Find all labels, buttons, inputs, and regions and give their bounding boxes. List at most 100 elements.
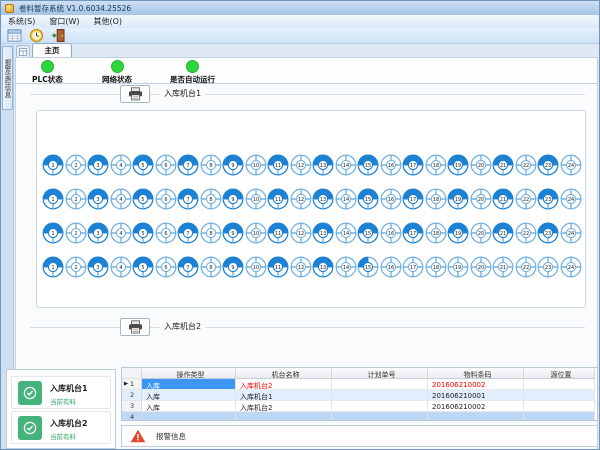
reel-slot-r1-22[interactable]: 22 bbox=[515, 154, 537, 176]
cell-4-1[interactable] bbox=[236, 412, 332, 421]
reel-slot-r1-14[interactable]: 14 bbox=[335, 154, 357, 176]
reel-slot-r2-18[interactable]: 18 bbox=[425, 188, 447, 210]
reel-slot-r2-23[interactable]: 23 bbox=[537, 188, 559, 210]
reel-slot-r1-13[interactable]: 13 bbox=[312, 154, 334, 176]
reel-slot-r4-3[interactable]: 3 bbox=[87, 256, 109, 278]
cell-1-2[interactable] bbox=[332, 379, 428, 390]
reel-slot-r1-9[interactable]: 9 bbox=[222, 154, 244, 176]
reel-slot-r3-6[interactable]: 6 bbox=[155, 222, 177, 244]
row-header-2[interactable]: 2 bbox=[122, 390, 142, 401]
reel-slot-r1-10[interactable]: 10 bbox=[245, 154, 267, 176]
reel-slot-r3-18[interactable]: 18 bbox=[425, 222, 447, 244]
reel-slot-r4-23[interactable]: 23 bbox=[537, 256, 559, 278]
reel-slot-r3-23[interactable]: 23 bbox=[537, 222, 559, 244]
reel-slot-r4-21[interactable]: 21 bbox=[492, 256, 514, 278]
cell-3-3[interactable]: 201606210002 bbox=[428, 401, 524, 412]
reel-slot-r4-16[interactable]: 16 bbox=[380, 256, 402, 278]
reel-slot-r4-19[interactable]: 19 bbox=[447, 256, 469, 278]
reel-slot-r2-13[interactable]: 13 bbox=[312, 188, 334, 210]
col-header-4[interactable]: 源位置 bbox=[524, 368, 595, 379]
reel-slot-r1-1[interactable]: 1 bbox=[42, 154, 64, 176]
cell-2-0[interactable]: 入库 bbox=[142, 390, 236, 401]
reel-slot-r4-10[interactable]: 10 bbox=[245, 256, 267, 278]
reel-slot-r3-2[interactable]: 2 bbox=[65, 222, 87, 244]
reel-slot-r1-12[interactable]: 12 bbox=[290, 154, 312, 176]
reel-slot-r3-7[interactable]: 7 bbox=[177, 222, 199, 244]
reel-slot-r1-20[interactable]: 20 bbox=[470, 154, 492, 176]
cell-4-2[interactable] bbox=[332, 412, 428, 421]
reel-slot-r2-16[interactable]: 16 bbox=[380, 188, 402, 210]
dock-mini-tab[interactable] bbox=[16, 45, 30, 57]
cell-3-4[interactable] bbox=[524, 401, 595, 412]
reel-slot-r3-13[interactable]: 13 bbox=[312, 222, 334, 244]
reel-slot-r1-16[interactable]: 16 bbox=[380, 154, 402, 176]
reel-slot-r2-12[interactable]: 12 bbox=[290, 188, 312, 210]
reel-slot-r4-9[interactable]: 9 bbox=[222, 256, 244, 278]
reel-slot-r4-14[interactable]: 14 bbox=[335, 256, 357, 278]
col-header-2[interactable]: 计划单号 bbox=[332, 368, 428, 379]
reel-slot-r2-21[interactable]: 21 bbox=[492, 188, 514, 210]
reel-slot-r4-18[interactable]: 18 bbox=[425, 256, 447, 278]
reel-slot-r4-2[interactable]: 2 bbox=[65, 256, 87, 278]
reel-slot-r4-4[interactable]: 4 bbox=[110, 256, 132, 278]
cell-2-1[interactable]: 入库机台1 bbox=[236, 390, 332, 401]
reel-slot-r4-22[interactable]: 22 bbox=[515, 256, 537, 278]
menu-window[interactable]: 窗口(W) bbox=[42, 16, 86, 27]
reel-slot-r3-21[interactable]: 21 bbox=[492, 222, 514, 244]
cell-3-2[interactable] bbox=[332, 401, 428, 412]
table-row-1[interactable]: ▶1入库入库机台2201606210002 bbox=[122, 379, 597, 390]
reel-slot-r1-2[interactable]: 2 bbox=[65, 154, 87, 176]
reel-slot-r2-9[interactable]: 9 bbox=[222, 188, 244, 210]
reel-slot-r2-11[interactable]: 11 bbox=[267, 188, 289, 210]
reel-slot-r2-3[interactable]: 3 bbox=[87, 188, 109, 210]
table-row-4[interactable]: 4 bbox=[122, 412, 597, 421]
reel-slot-r4-11[interactable]: 11 bbox=[267, 256, 289, 278]
reel-slot-r2-5[interactable]: 5 bbox=[132, 188, 154, 210]
reel-slot-r4-13[interactable]: 13 bbox=[312, 256, 334, 278]
col-header-0[interactable]: 操作类型 bbox=[142, 368, 236, 379]
cell-2-3[interactable]: 201606210001 bbox=[428, 390, 524, 401]
clock-toolbar-button[interactable] bbox=[27, 28, 45, 43]
table-row-2[interactable]: 2入库入库机台1 201606210001 bbox=[122, 390, 597, 401]
reel-slot-r3-3[interactable]: 3 bbox=[87, 222, 109, 244]
reel-slot-r1-21[interactable]: 21 bbox=[492, 154, 514, 176]
menu-system[interactable]: 系统(S) bbox=[1, 16, 42, 27]
menu-other[interactable]: 其他(O) bbox=[86, 16, 129, 27]
reel-slot-r2-22[interactable]: 22 bbox=[515, 188, 537, 210]
col-header-1[interactable]: 机台名称 bbox=[236, 368, 332, 379]
reel-slot-r1-17[interactable]: 17 bbox=[402, 154, 424, 176]
reel-slot-r3-9[interactable]: 9 bbox=[222, 222, 244, 244]
reel-slot-r2-19[interactable]: 19 bbox=[447, 188, 469, 210]
row-header-4[interactable]: 4 bbox=[122, 412, 142, 421]
cell-2-2[interactable] bbox=[332, 390, 428, 401]
reel-slot-r2-8[interactable]: 8 bbox=[200, 188, 222, 210]
cell-2-4[interactable] bbox=[524, 390, 595, 401]
reel-slot-r3-1[interactable]: 1 bbox=[42, 222, 64, 244]
reel-slot-r1-18[interactable]: 18 bbox=[425, 154, 447, 176]
reel-slot-r1-7[interactable]: 7 bbox=[177, 154, 199, 176]
reel-slot-r2-7[interactable]: 7 bbox=[177, 188, 199, 210]
reel-slot-r2-14[interactable]: 14 bbox=[335, 188, 357, 210]
reel-slot-r3-8[interactable]: 8 bbox=[200, 222, 222, 244]
reel-slot-r2-4[interactable]: 4 bbox=[110, 188, 132, 210]
reel-slot-r3-22[interactable]: 22 bbox=[515, 222, 537, 244]
cell-1-3[interactable]: 201606210002 bbox=[428, 379, 524, 390]
reel-slot-r2-6[interactable]: 6 bbox=[155, 188, 177, 210]
cell-4-3[interactable] bbox=[428, 412, 524, 421]
reel-slot-r4-12[interactable]: 12 bbox=[290, 256, 312, 278]
reel-slot-r2-10[interactable]: 10 bbox=[245, 188, 267, 210]
reel-slot-r2-20[interactable]: 20 bbox=[470, 188, 492, 210]
reel-slot-r3-10[interactable]: 10 bbox=[245, 222, 267, 244]
reel-slot-r3-15[interactable]: 15 bbox=[357, 222, 379, 244]
cell-3-0[interactable]: 入库 bbox=[142, 401, 236, 412]
reel-slot-r1-23[interactable]: 23 bbox=[537, 154, 559, 176]
table-row-3[interactable]: 3入库入库机台2201606210002 bbox=[122, 401, 597, 412]
reel-slot-r3-14[interactable]: 14 bbox=[335, 222, 357, 244]
reel-slot-r4-8[interactable]: 8 bbox=[200, 256, 222, 278]
tab-home[interactable]: 主页 bbox=[32, 43, 72, 57]
reel-slot-r4-5[interactable]: 5 bbox=[132, 256, 154, 278]
reel-slot-r3-20[interactable]: 20 bbox=[470, 222, 492, 244]
row-header-1[interactable]: ▶1 bbox=[122, 379, 142, 390]
cell-1-1[interactable]: 入库机台2 bbox=[236, 379, 332, 390]
side-dock-tab[interactable]: 报警监控信息 bbox=[2, 46, 13, 110]
